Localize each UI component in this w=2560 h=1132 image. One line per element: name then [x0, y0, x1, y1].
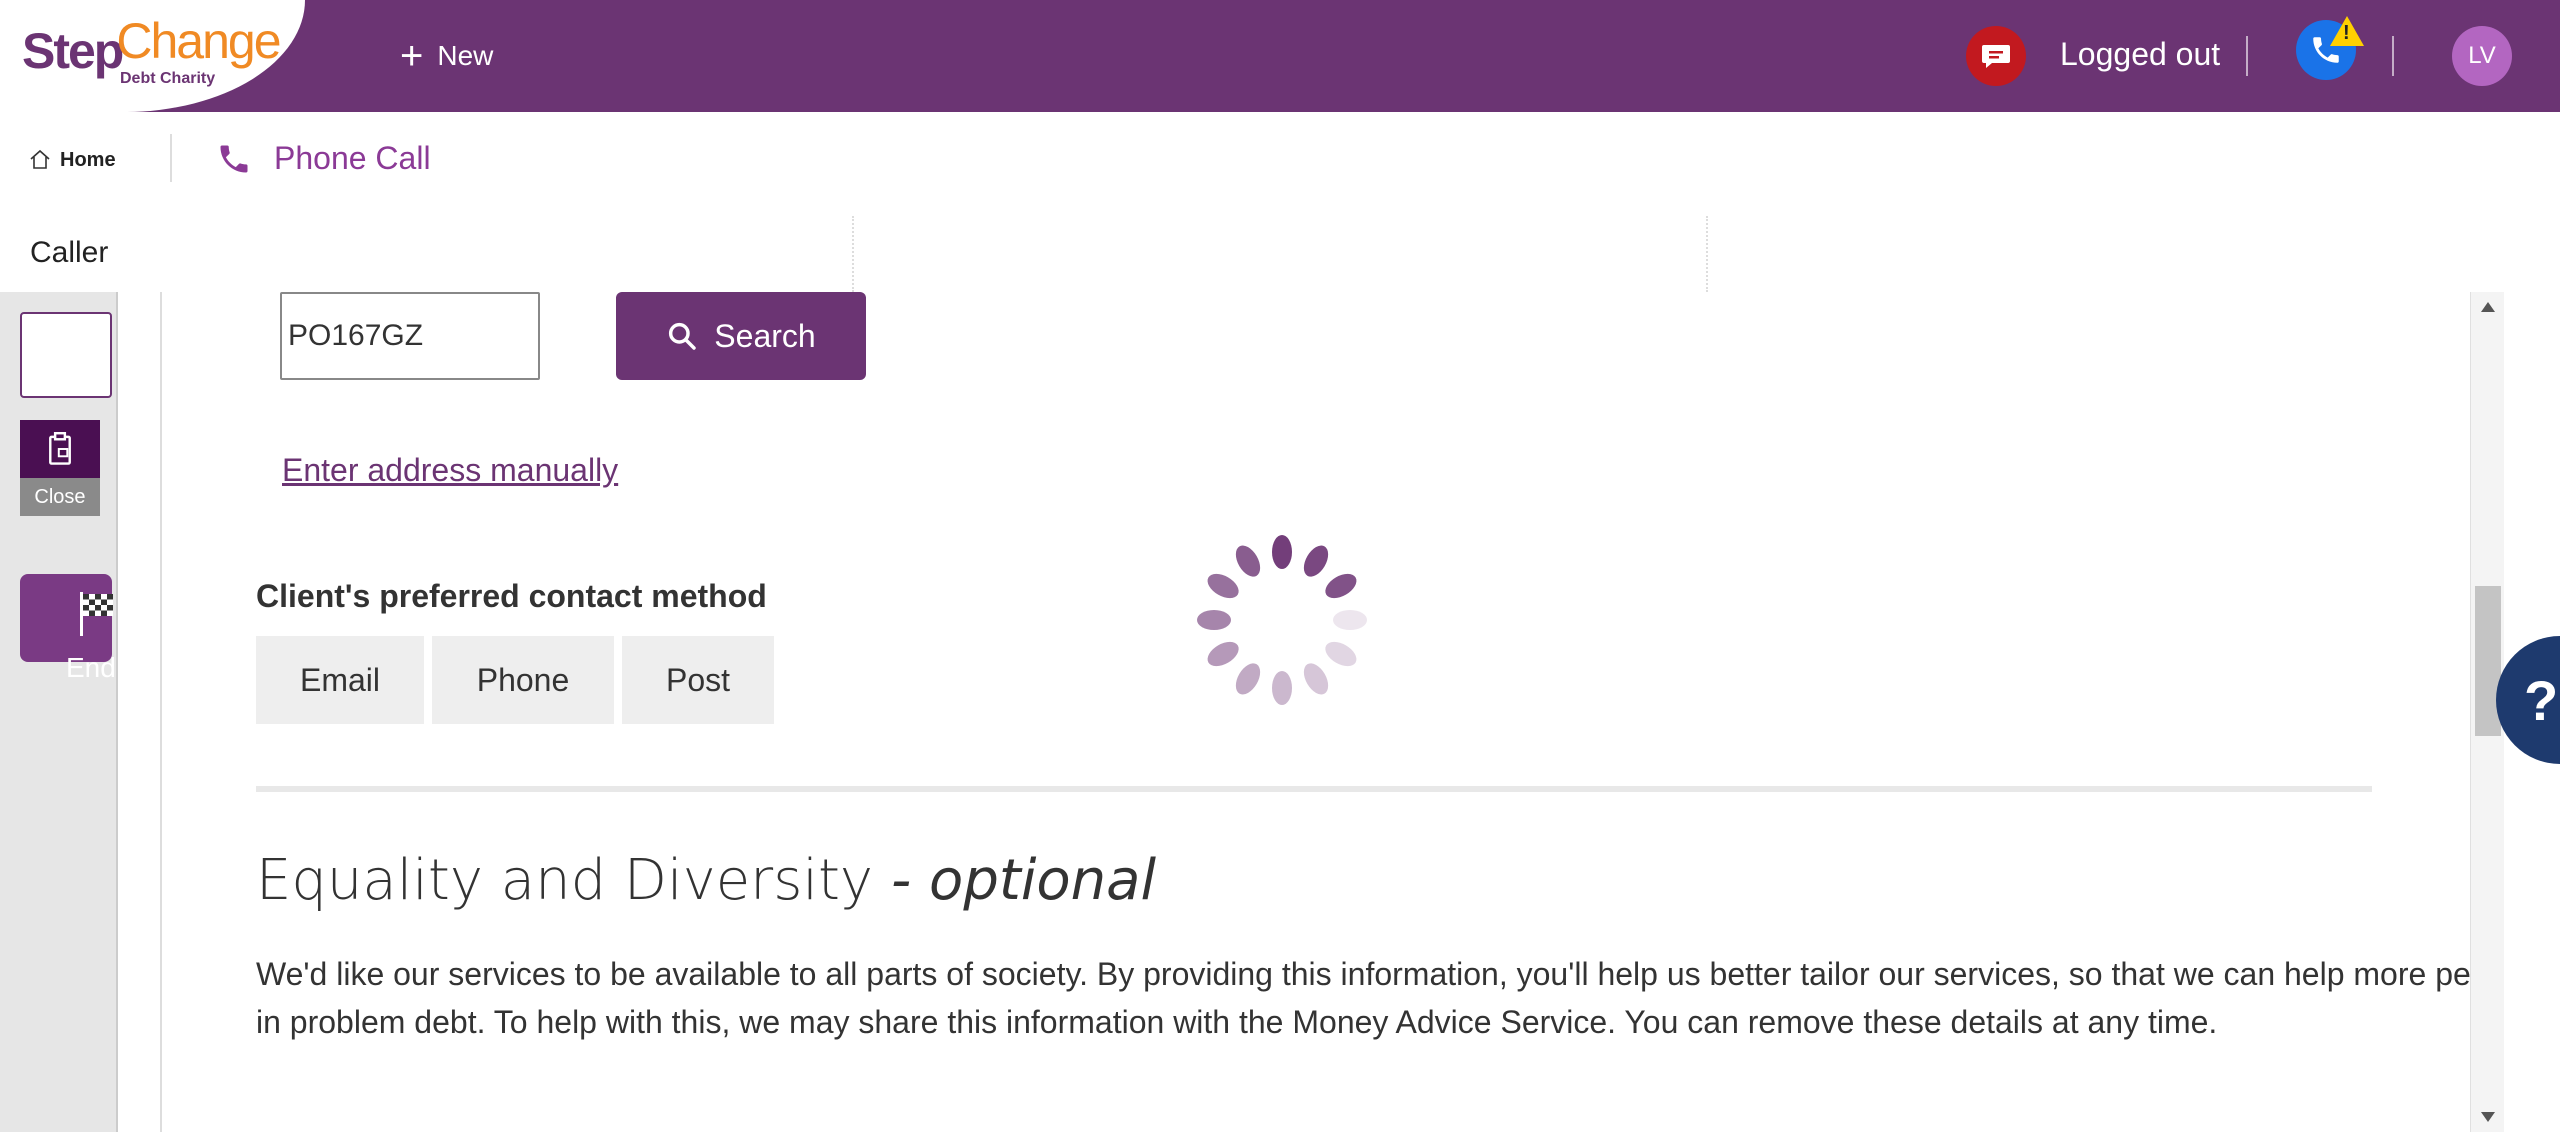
phone-icon — [220, 145, 248, 172]
contact-option-post[interactable]: Post — [622, 636, 774, 724]
column-divider — [852, 216, 854, 292]
home-icon — [30, 149, 50, 169]
contact-option-phone[interactable]: Phone — [432, 636, 614, 724]
tab-phone-call-label: Phone Call — [274, 140, 431, 176]
enter-address-manually-link[interactable]: Enter address manually — [282, 452, 618, 489]
left-rail: Close End Session — [0, 292, 118, 1132]
column-divider — [1706, 216, 1708, 292]
warning-symbol: ! — [2343, 22, 2350, 44]
tab-home-label: Home — [60, 148, 116, 171]
caller-header: Caller — [0, 216, 2560, 292]
logo-step-text: Step — [22, 23, 124, 79]
logo-change-text: Change — [116, 13, 281, 69]
user-avatar[interactable]: LV — [2452, 26, 2512, 86]
logo-area: StepChange Debt Charity — [0, 0, 305, 112]
header-divider — [2246, 36, 2248, 76]
close-button[interactable]: Close — [20, 478, 100, 516]
new-button-label: New — [437, 40, 494, 71]
scroll-down-arrow-icon[interactable] — [2481, 1112, 2495, 1122]
contact-option-email[interactable]: Email — [256, 636, 424, 724]
postcode-input[interactable] — [280, 292, 540, 380]
top-header: StepChange Debt Charity + New Logged out… — [0, 0, 2560, 112]
chat-icon[interactable] — [1966, 26, 2026, 86]
loading-spinner-icon — [1197, 535, 1367, 705]
new-button[interactable]: + New — [400, 30, 493, 82]
section-divider — [256, 786, 2372, 792]
presence-status[interactable]: Logged out — [2060, 36, 2220, 73]
contact-method-label: Client's preferred contact method — [256, 578, 767, 614]
equality-description: We'd like our services to be available t… — [256, 956, 2470, 1040]
main-content: Search Enter address manually Client's p… — [162, 292, 2470, 1132]
optional-tag: - optional — [891, 848, 1157, 913]
equality-title: Equality and Diversity — [256, 848, 874, 913]
rail-panel-button[interactable] — [20, 312, 112, 398]
tab-home[interactable]: Home — [28, 148, 116, 172]
header-divider — [2392, 36, 2394, 76]
logo-subtitle: Debt Charity — [120, 70, 216, 87]
search-button-label: Search — [714, 317, 816, 354]
search-icon — [669, 322, 697, 350]
end-session-label: End Session — [66, 652, 118, 683]
clipboard-icon[interactable] — [20, 420, 100, 478]
tab-divider — [170, 134, 172, 182]
tab-bar: Home Phone Call — [0, 112, 2560, 216]
caller-label: Caller — [30, 236, 109, 269]
scroll-up-arrow-icon[interactable] — [2481, 302, 2495, 312]
warning-icon: ! — [2330, 16, 2364, 46]
equality-heading: Equality and Diversity - optional — [256, 848, 1156, 913]
tab-phone-call[interactable]: Phone Call — [216, 140, 431, 177]
search-button[interactable]: Search — [616, 292, 866, 380]
stepchange-logo[interactable]: StepChange Debt Charity — [22, 13, 286, 87]
checkered-flag-icon — [80, 592, 113, 636]
plus-icon: + — [400, 34, 424, 78]
